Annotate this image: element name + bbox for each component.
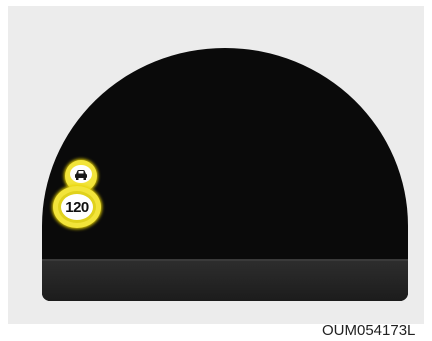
speed-limit-value: 120 [65,198,89,216]
car-front-icon [70,165,92,183]
speed-limit-sign: 120 [53,186,101,228]
figure-code: OUM054173L [322,322,416,339]
speed-limit-sign-face: 120 [58,191,96,223]
cluster-info-bar [42,259,408,301]
